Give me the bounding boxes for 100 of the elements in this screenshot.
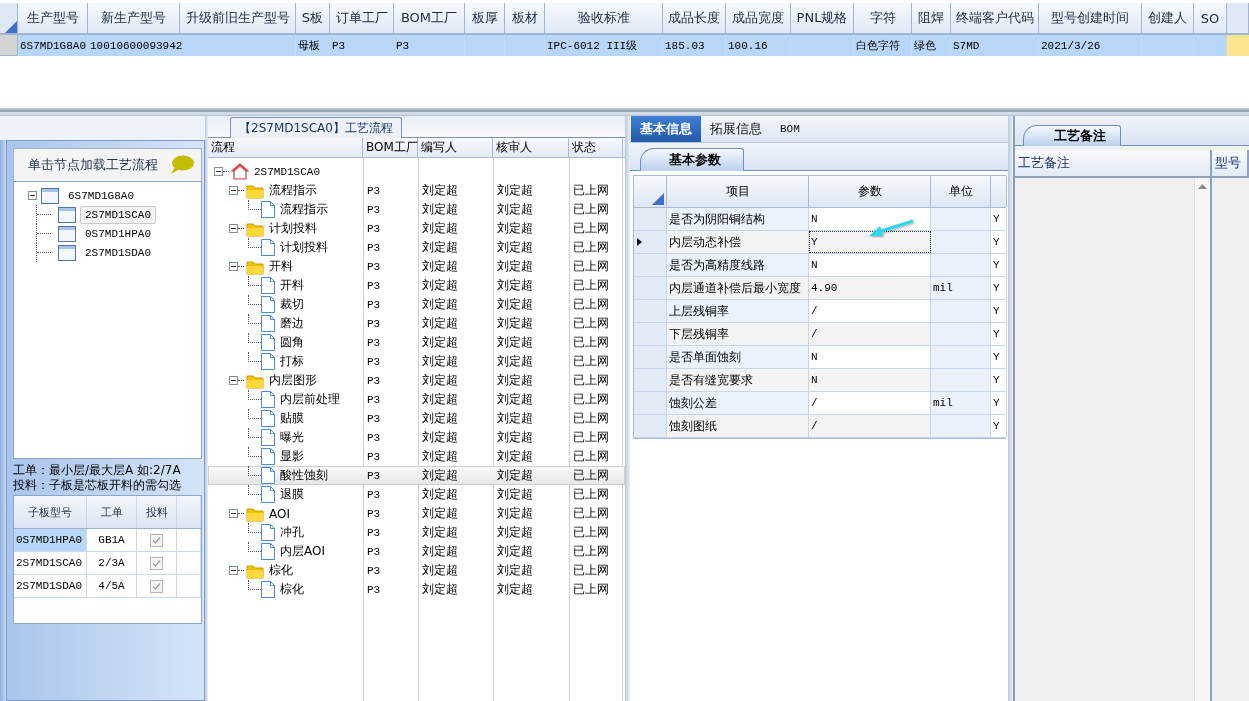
tree-row[interactable]: 开料 P3 刘定超 刘定超 已上网	[208, 276, 625, 295]
collapse-icon[interactable]	[229, 376, 238, 385]
column-header[interactable]: BOM工厂	[363, 138, 418, 157]
sub-tab[interactable]: 工艺备注	[1023, 125, 1121, 146]
tree-row[interactable]: 冲孔 P3 刘定超 刘定超 已上网	[208, 523, 625, 542]
collapse-icon[interactable]	[229, 509, 238, 518]
table-row[interactable]: 上层残铜率 / Y	[634, 300, 1006, 323]
column-header[interactable]: 终端客户代码	[951, 3, 1039, 34]
tree-row[interactable]: 棕化 P3 刘定超 刘定超 已上网	[208, 561, 625, 580]
collapse-icon[interactable]	[28, 191, 37, 200]
table-cell[interactable]: /	[809, 415, 931, 437]
column-header[interactable]: 阻焊	[912, 3, 951, 34]
table-cell[interactable]: 2S7MD1SDA0	[14, 575, 87, 597]
splitter[interactable]	[1008, 116, 1013, 701]
column-header[interactable]: 生产型号	[18, 3, 88, 34]
column-header[interactable]: 型号	[1212, 150, 1249, 176]
column-header[interactable]: 工单	[87, 496, 137, 528]
row-header[interactable]	[634, 231, 667, 253]
column-header[interactable]: S板	[296, 3, 330, 34]
tree-node[interactable]: 6S7MD1G8A0	[63, 186, 139, 205]
splitter[interactable]	[0, 108, 1249, 116]
table-cell[interactable]: N	[809, 369, 931, 391]
column-header[interactable]: SO	[1194, 3, 1227, 34]
table-row[interactable]: 下层残铜率 / Y	[634, 323, 1006, 346]
tree-row[interactable]: 流程指示 P3 刘定超 刘定超 已上网	[208, 181, 625, 200]
column-header[interactable]: 板材	[505, 3, 545, 34]
scroll-up-icon[interactable]	[1198, 184, 1207, 189]
tree-row[interactable]: 显影 P3 刘定超 刘定超 已上网	[208, 447, 625, 466]
collapse-icon[interactable]	[229, 566, 238, 575]
collapse-icon[interactable]	[214, 167, 223, 176]
table-row[interactable]: 是否单面蚀刻 N Y	[634, 346, 1006, 369]
tree-row[interactable]: 开料 P3 刘定超 刘定超 已上网	[208, 257, 625, 276]
column-header[interactable]: 流程	[208, 138, 363, 157]
splitter[interactable]	[205, 116, 208, 701]
column-header[interactable]: 核审人	[493, 138, 569, 157]
column-header[interactable]: 新生产型号	[88, 3, 180, 34]
tree-row[interactable]: 计划投料 P3 刘定超 刘定超 已上网	[208, 219, 625, 238]
tree-row[interactable]: 内层AOI P3 刘定超 刘定超 已上网	[208, 542, 625, 561]
tree-node[interactable]: 0S7MD1HPA0	[80, 224, 156, 243]
tree-row[interactable]: 内层前处理 P3 刘定超 刘定超 已上网	[208, 390, 625, 409]
tree-node[interactable]: 2S7MD1SCA0	[80, 205, 156, 224]
column-header[interactable]: 创建人	[1142, 3, 1194, 34]
column-header[interactable]: 型号创建时间	[1039, 3, 1142, 34]
tree-row[interactable]: 曝光 P3 刘定超 刘定超 已上网	[208, 428, 625, 447]
column-header[interactable]: 成品宽度	[726, 3, 791, 34]
table-cell[interactable]: Y	[809, 231, 931, 253]
tree-row[interactable]: 贴膜 P3 刘定超 刘定超 已上网	[208, 409, 625, 428]
tree-row[interactable]: 裁切 P3 刘定超 刘定超 已上网	[208, 295, 625, 314]
column-header[interactable]: 订单工厂	[330, 3, 394, 34]
column-header[interactable]: 字符	[854, 3, 912, 34]
checkbox[interactable]	[150, 556, 163, 570]
table-row[interactable]: 蚀刻公差 / mil Y	[634, 392, 1006, 415]
tab[interactable]: BOM	[771, 116, 809, 142]
column-header[interactable]: 单位	[931, 176, 991, 207]
checkbox[interactable]	[150, 533, 163, 547]
column-header[interactable]: BOM工厂	[394, 3, 465, 34]
table-row[interactable]: 蚀刻图纸 / Y	[634, 415, 1006, 438]
table-cell[interactable]: 4.90	[809, 277, 931, 299]
collapse-icon[interactable]	[229, 224, 238, 233]
table-row[interactable]: 是否为高精度线路 N Y	[634, 254, 1006, 277]
tree-row[interactable]: 内层图形 P3 刘定超 刘定超 已上网	[208, 371, 625, 390]
column-header[interactable]: 工艺备注	[1015, 150, 1212, 176]
side-tab[interactable]	[0, 140, 6, 701]
checkbox[interactable]	[150, 579, 163, 593]
column-header[interactable]: 项目	[667, 176, 809, 207]
column-header[interactable]: 成品长度	[663, 3, 726, 34]
column-header[interactable]: 验收标准	[545, 3, 663, 34]
column-header[interactable]: 升级前旧生产型号	[180, 3, 296, 34]
collapse-icon[interactable]	[229, 186, 238, 195]
sub-tab[interactable]: 基本参数	[640, 148, 744, 171]
column-header[interactable]: 投料	[137, 496, 177, 528]
tree-row[interactable]: 计划投料 P3 刘定超 刘定超 已上网	[208, 238, 625, 257]
table-row[interactable]: 内层通道补偿后最小宽度 4.90 mil Y	[634, 277, 1006, 300]
table-row[interactable]: 是否有缝宽要求 N Y	[634, 369, 1006, 392]
table-row[interactable]: 是否为阴阳铜结构 N Y	[634, 208, 1006, 231]
tree-row[interactable]: 酸性蚀刻 P3 刘定超 刘定超 已上网	[208, 466, 625, 485]
table-row[interactable]: 6S7MD1G8A0 10010600093942 母板 P3 P3 IPC-6012 III级 185.03 100.16 白色字符 绿色 S7MD 2021/3/26	[0, 34, 1249, 56]
table-cell[interactable]: 2S7MD1SCA0	[14, 552, 87, 574]
tab[interactable]: 拓展信息	[701, 116, 771, 142]
scrollbar[interactable]	[1194, 178, 1210, 701]
tree-row[interactable]: 流程指示 P3 刘定超 刘定超 已上网	[208, 200, 625, 219]
panel-tab[interactable]: 【2S7MD1SCA0】工艺流程	[230, 117, 402, 138]
collapse-icon[interactable]	[229, 262, 238, 271]
column-header[interactable]: 子板型号	[14, 496, 87, 528]
table-cell[interactable]: 0S7MD1HPA0	[14, 529, 87, 551]
tree-row[interactable]: 圆角 P3 刘定超 刘定超 已上网	[208, 333, 625, 352]
tree-row[interactable]: 退膜 P3 刘定超 刘定超 已上网	[208, 485, 625, 504]
tree-row[interactable]: 打标 P3 刘定超 刘定超 已上网	[208, 352, 625, 371]
tree-row[interactable]: 2S7MD1SCA0	[208, 162, 625, 181]
column-header[interactable]: 参数	[809, 176, 931, 207]
column-header[interactable]: 状态	[569, 138, 623, 157]
column-header[interactable]: PNL规格	[791, 3, 854, 34]
tab[interactable]: 基本信息	[631, 116, 701, 142]
column-header[interactable]: 编写人	[418, 138, 493, 157]
tree-row[interactable]: AOI P3 刘定超 刘定超 已上网	[208, 504, 625, 523]
tree-row[interactable]: 棕化 P3 刘定超 刘定超 已上网	[208, 580, 625, 599]
tree-node[interactable]: 2S7MD1SDA0	[80, 243, 156, 262]
column-header[interactable]: 板厚	[465, 3, 505, 34]
tree-row[interactable]: 磨边 P3 刘定超 刘定超 已上网	[208, 314, 625, 333]
table-row[interactable]: 内层动态补偿 Y Y	[634, 231, 1006, 254]
